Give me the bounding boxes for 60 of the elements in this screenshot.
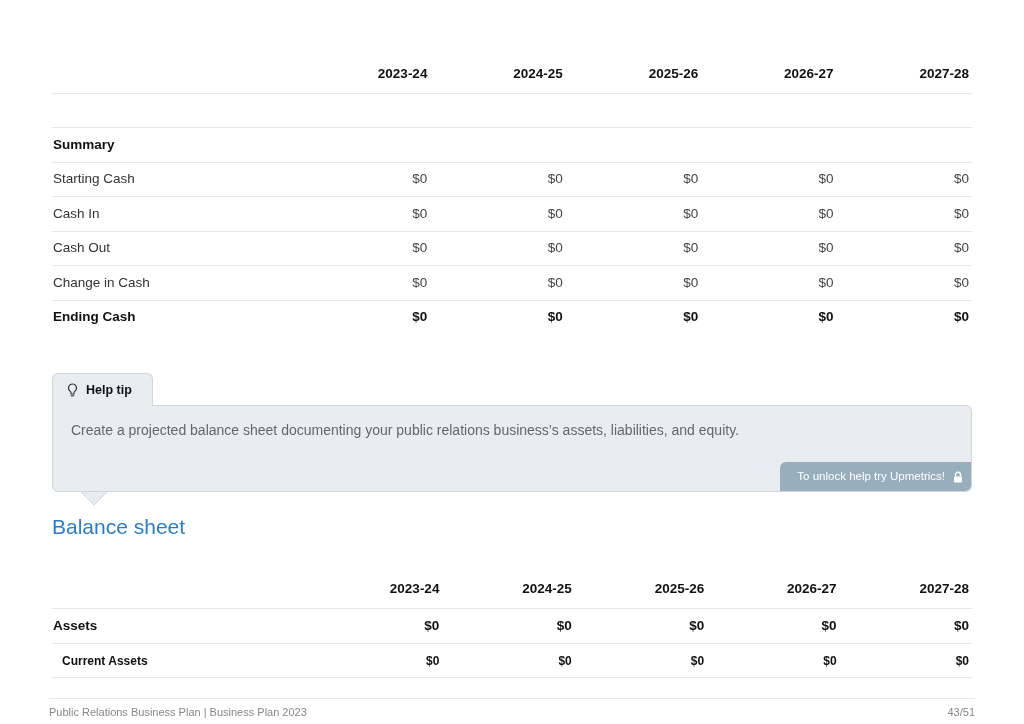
table-value: $0 bbox=[683, 171, 699, 187]
section-heading: Summary bbox=[53, 136, 115, 152]
table-value: $0 bbox=[690, 653, 705, 668]
table-value: $0 bbox=[683, 309, 699, 325]
table-value: $0 bbox=[818, 274, 834, 290]
unlock-button[interactable]: To unlock help try Upmetrics! bbox=[780, 462, 971, 492]
table-value: $0 bbox=[953, 309, 969, 325]
table-value: $0 bbox=[953, 274, 969, 290]
table-value: $0 bbox=[821, 617, 837, 633]
year-header: 2025-26 bbox=[654, 581, 705, 597]
year-header: 2024-25 bbox=[513, 65, 563, 81]
footer-text: Public Relations Business Plan | Business Plan 2023 bbox=[49, 705, 307, 721]
table-value: $0 bbox=[412, 240, 428, 256]
table-value: $0 bbox=[953, 240, 969, 256]
year-header: 2025-26 bbox=[648, 65, 699, 81]
row-label: Ending Cash bbox=[53, 309, 136, 325]
year-header: 2026-27 bbox=[787, 581, 837, 597]
lightbulb-icon bbox=[67, 382, 78, 397]
table-value: $0 bbox=[412, 205, 428, 221]
table-value: $0 bbox=[683, 240, 699, 256]
year-header: 2027-28 bbox=[919, 581, 969, 597]
table-value: $0 bbox=[412, 171, 428, 187]
help-tip-text: Create a projected balance sheet documenting your public relations business’s assets, liabilities, and equity. bbox=[70, 421, 740, 441]
table-value: $0 bbox=[547, 309, 563, 325]
year-header: 2026-27 bbox=[784, 65, 834, 81]
row-label: Current Assets bbox=[62, 653, 148, 668]
table-value: $0 bbox=[683, 274, 699, 290]
table-value: $0 bbox=[556, 617, 572, 633]
page-number: 43/51 bbox=[947, 705, 975, 721]
table-value: $0 bbox=[818, 171, 834, 187]
table-value: $0 bbox=[818, 309, 834, 325]
table-value: $0 bbox=[953, 617, 969, 633]
row-label: Cash Out bbox=[53, 240, 111, 256]
year-header: 2024-25 bbox=[522, 581, 572, 597]
table-value: $0 bbox=[683, 205, 699, 221]
table-value: $0 bbox=[689, 617, 705, 633]
row-label: Cash In bbox=[53, 205, 100, 221]
table-value: $0 bbox=[953, 205, 969, 221]
table-value: $0 bbox=[424, 617, 440, 633]
table-value: $0 bbox=[558, 653, 572, 668]
table-value: $0 bbox=[953, 171, 969, 187]
table-value: $0 bbox=[823, 653, 837, 668]
table-value: $0 bbox=[818, 240, 834, 256]
year-header: 2023-24 bbox=[389, 581, 440, 597]
table-value: $0 bbox=[412, 309, 428, 325]
year-header: 2027-28 bbox=[919, 65, 969, 81]
table-value: $0 bbox=[547, 240, 563, 256]
table-value: $0 bbox=[426, 653, 440, 668]
table-value: $0 bbox=[818, 205, 834, 221]
table-value: $0 bbox=[412, 274, 428, 290]
table-value: $0 bbox=[547, 171, 563, 187]
table-value: $0 bbox=[955, 653, 969, 668]
table-value: $0 bbox=[547, 274, 563, 290]
row-label: Starting Cash bbox=[53, 171, 135, 187]
row-label: Change in Cash bbox=[53, 274, 150, 290]
table-value: $0 bbox=[547, 205, 563, 221]
row-label: Assets bbox=[53, 617, 98, 633]
year-header: 2023-24 bbox=[377, 65, 428, 81]
lock-icon bbox=[953, 470, 963, 483]
section-title: Balance sheet bbox=[52, 514, 187, 541]
